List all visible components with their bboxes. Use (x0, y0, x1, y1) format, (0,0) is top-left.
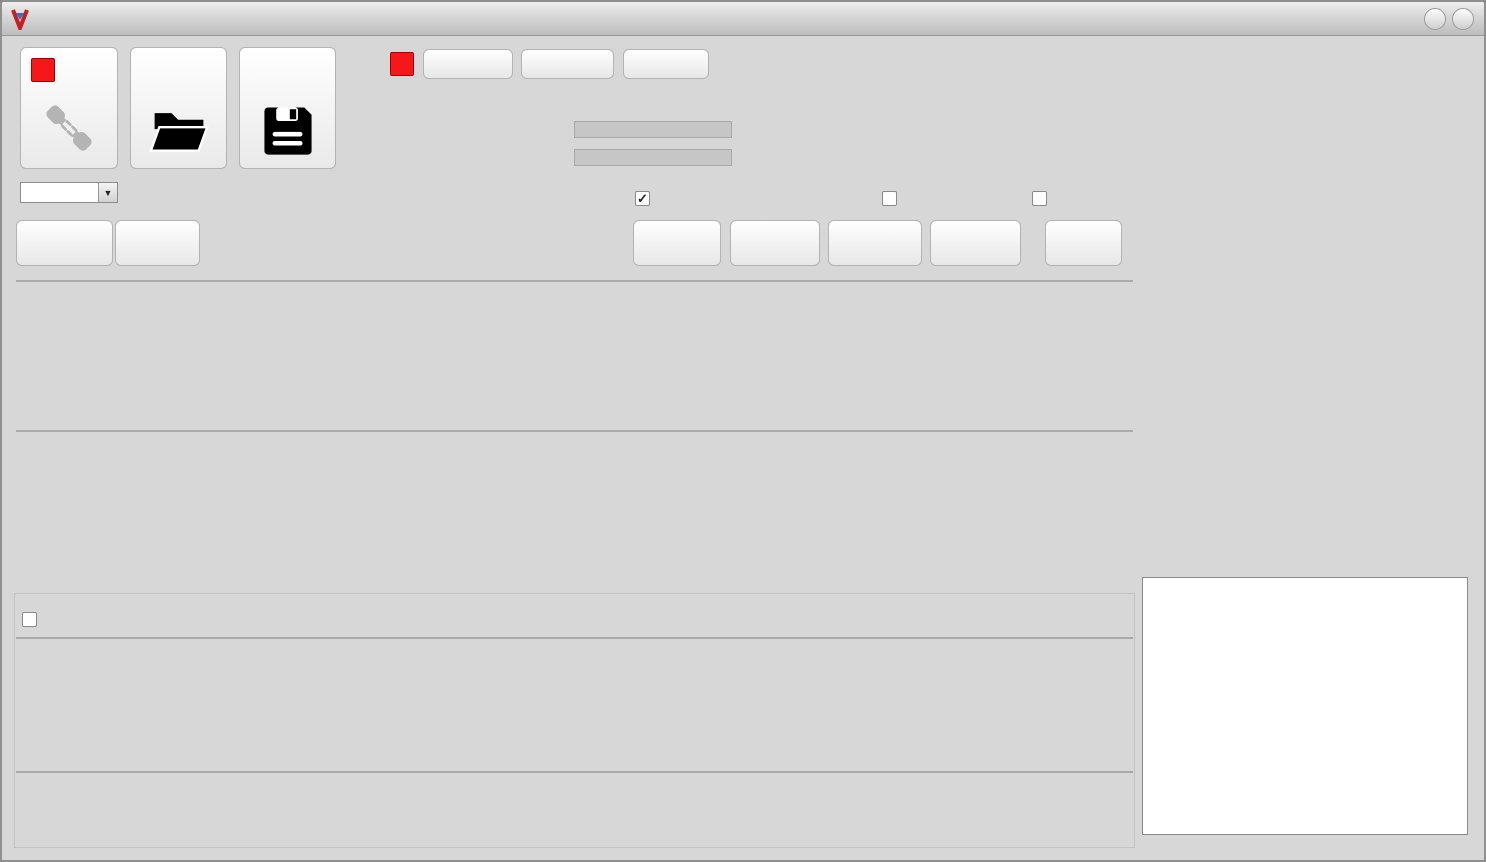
ch2-level-bar (574, 149, 732, 166)
rpm-to-log-checkbox[interactable]: ✓ (635, 191, 655, 206)
save-floppy-icon (263, 107, 312, 155)
program-table-1 (16, 280, 1133, 282)
copy-prog-button[interactable] (730, 220, 820, 266)
ch1-level-bar (574, 121, 732, 138)
titlebar[interactable] (2, 2, 1484, 36)
checkbox-box (1032, 191, 1047, 206)
reset-log-button[interactable] (521, 49, 614, 79)
paste-prog-button[interactable] (828, 220, 922, 266)
connect-button[interactable] (20, 47, 118, 169)
corr1-chart (1145, 268, 1467, 420)
app-logo-icon (11, 8, 29, 30)
write-box-button[interactable] (115, 220, 200, 266)
vtech-logo (1270, 46, 1465, 146)
close-button[interactable] (1452, 8, 1474, 30)
autofill-button[interactable] (1045, 220, 1122, 266)
connect-status-indicator (31, 58, 55, 82)
instruction-button[interactable] (623, 49, 709, 79)
dyno-status-indicator (390, 52, 414, 76)
checkbox-box (22, 612, 37, 627)
write-after-copy-checkbox[interactable] (882, 191, 902, 206)
checkbox-box: ✓ (635, 191, 650, 206)
open-folder-icon (148, 113, 209, 152)
file-list[interactable] (1142, 577, 1468, 835)
copy-1-2-button[interactable] (930, 220, 1021, 266)
program-table-2 (16, 430, 1133, 432)
app-window: ▼ ✓ (0, 0, 1486, 862)
open-file-button[interactable] (130, 47, 227, 169)
minimize-button[interactable] (1424, 8, 1446, 30)
corr2-chart (1145, 422, 1467, 568)
rpm-to-all-button[interactable] (633, 220, 721, 266)
dyno-p0-table (16, 637, 1133, 639)
convert-to-mbar-checkbox[interactable] (22, 612, 42, 627)
dyno-log-on-button[interactable] (423, 49, 513, 79)
checkbox-box (882, 191, 897, 206)
select-port-dropdown[interactable]: ▼ (20, 182, 118, 203)
chevron-down-icon[interactable]: ▼ (98, 183, 117, 202)
dyno-pg0-table (16, 771, 1133, 773)
tab-page (14, 593, 1135, 848)
save-file-button[interactable] (239, 47, 336, 169)
enable-autofill-checkbox[interactable] (1032, 191, 1052, 206)
plug-icon (46, 105, 92, 151)
read-box-button[interactable] (16, 220, 113, 266)
